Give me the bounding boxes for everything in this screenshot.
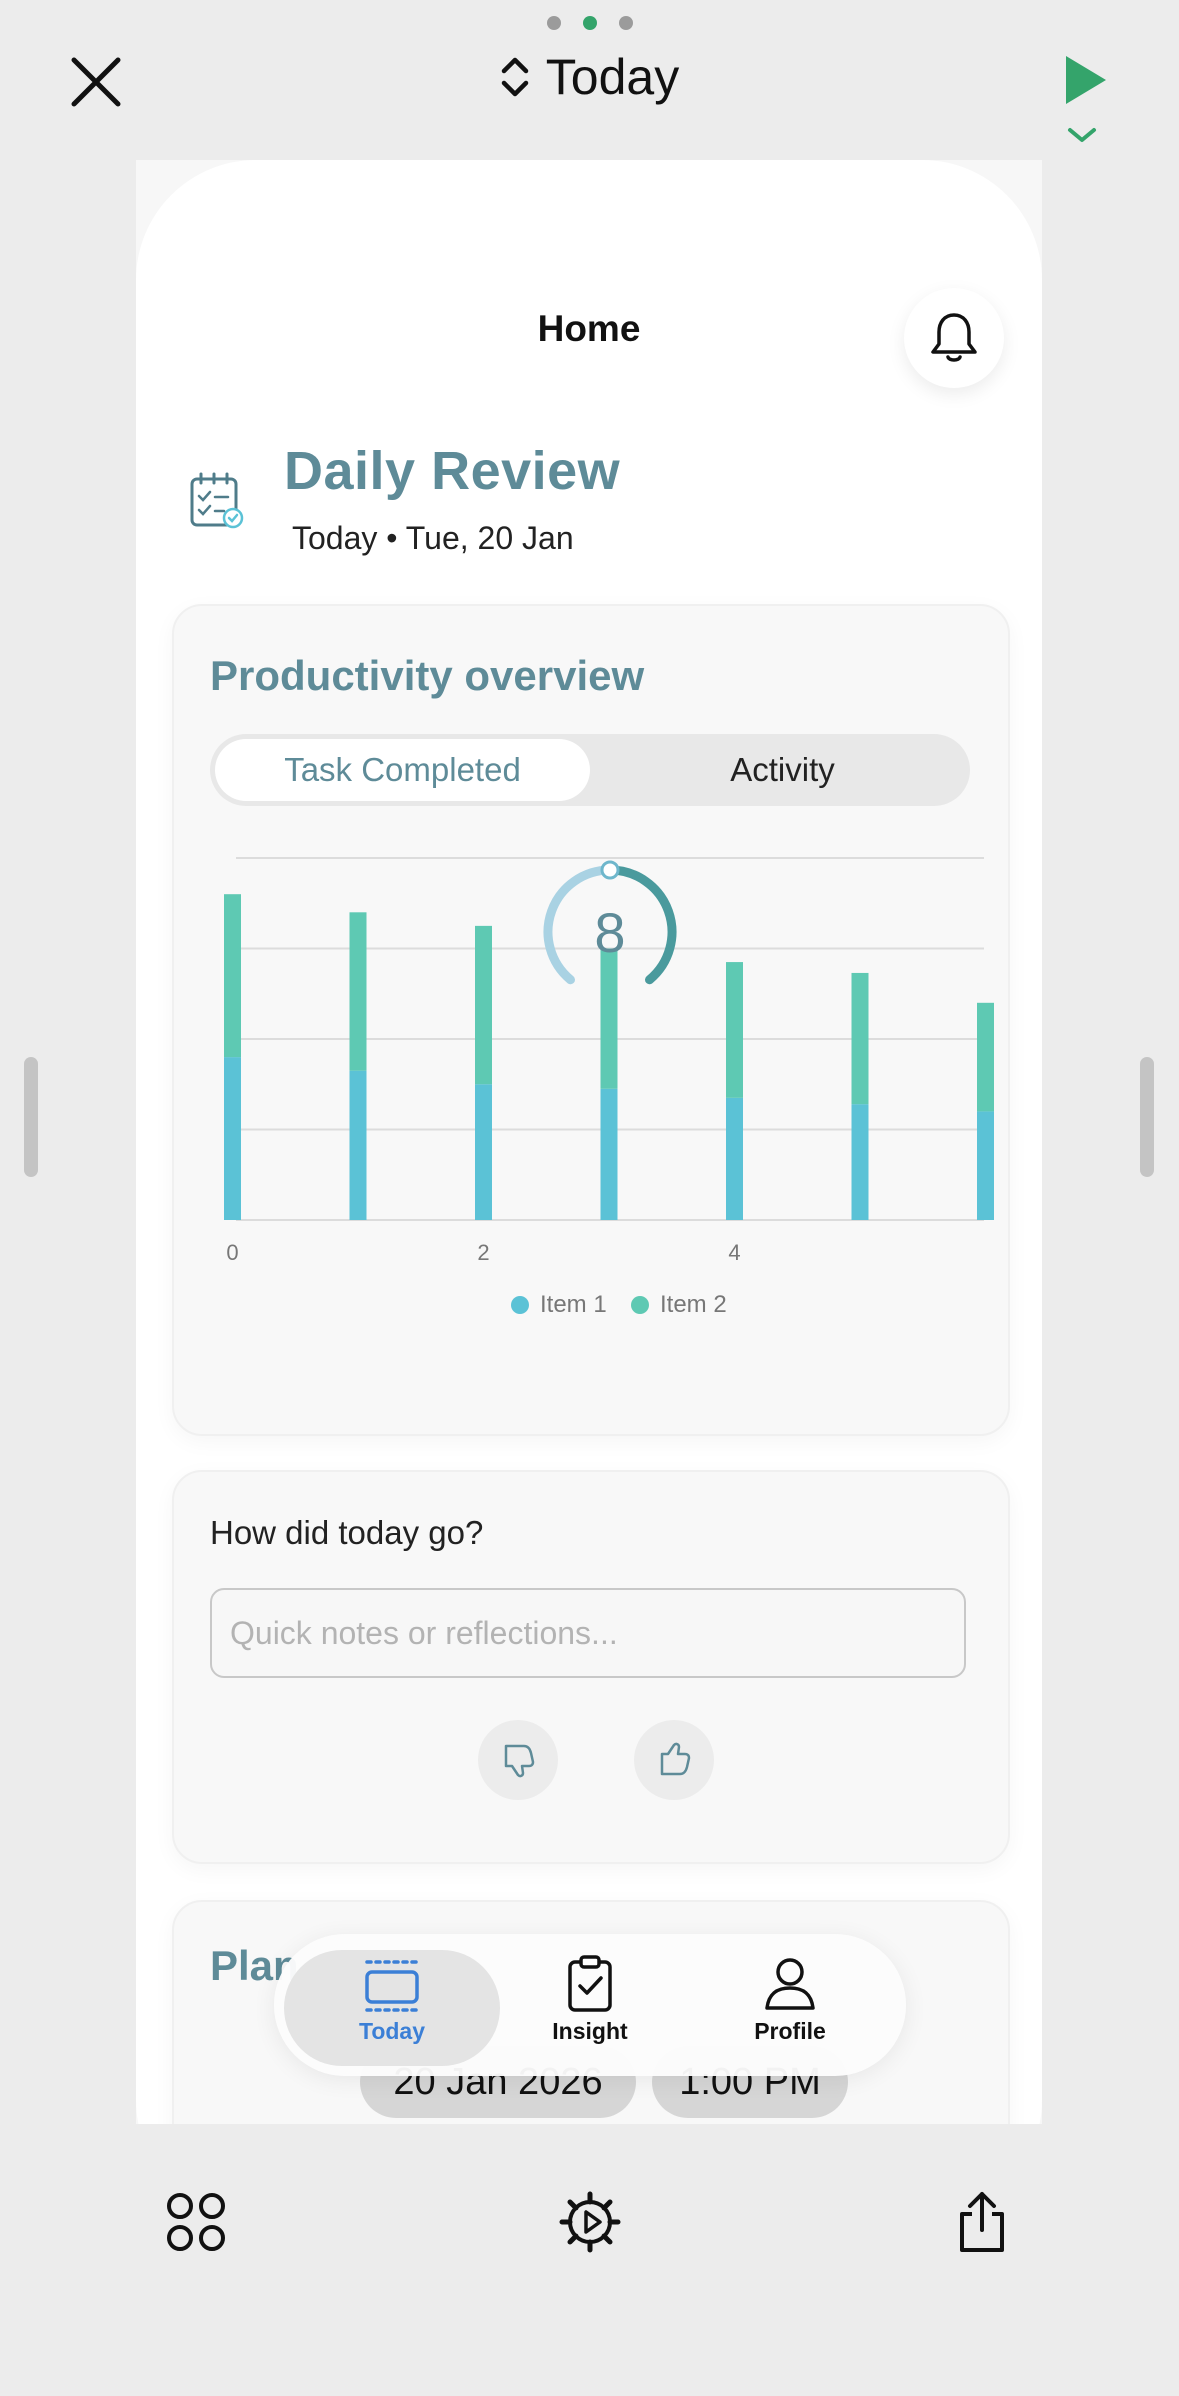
run-button[interactable]: [1058, 52, 1118, 152]
tab-insight[interactable]: Insight: [490, 1954, 690, 2064]
chart-bar-item-2: [726, 962, 743, 1098]
review-date: Today • Tue, 20 Jan: [292, 520, 574, 556]
share-icon: [960, 2192, 1004, 2252]
page-dot: [618, 16, 633, 30]
timer-handle: [600, 860, 620, 880]
chart-bar-item-1: [977, 1111, 994, 1220]
chart-bar-item-2: [349, 912, 367, 1071]
settings-button[interactable]: [558, 2190, 622, 2254]
four-circles-icon: [167, 2193, 225, 2251]
person-icon: [765, 1958, 815, 2010]
thumbs-up-icon: [660, 1742, 691, 1776]
timer-value: 8: [594, 901, 625, 964]
chart-bar-item-1: [475, 1084, 492, 1220]
chart-legend-marker: [631, 1296, 649, 1314]
chart-legend-label: Item 2: [660, 1291, 727, 1318]
chart-bar-item-2: [600, 948, 618, 1089]
page-indicator: [0, 16, 1179, 30]
tab-task-completed[interactable]: Task Completed: [215, 739, 590, 801]
checklist-calendar-icon: [190, 472, 244, 529]
thumbs-up-button[interactable]: [634, 1720, 714, 1800]
notifications-button[interactable]: [904, 288, 1004, 388]
gear-icon: [559, 2191, 621, 2253]
chart-bar-item-2: [977, 1002, 994, 1112]
app-screen: Home Daily Review Today • Tue, 20 Jan Pr…: [136, 160, 1042, 2124]
tab-insight-label: Insight: [552, 2018, 628, 2044]
thumbs-down-button[interactable]: [478, 1720, 558, 1800]
bottom-tab-bar: Today Insight Profile: [274, 1934, 906, 2076]
productivity-bar-chart: 0 2 4 Item 1 Item 2 8: [224, 857, 994, 1318]
window-title: Today: [545, 49, 680, 105]
share-button[interactable]: [950, 2190, 1014, 2254]
chart-mode-segmented-control[interactable]: Task Completed Activity: [210, 734, 970, 806]
review-title: Daily Review: [284, 441, 621, 501]
bell-icon: [931, 313, 977, 362]
reflection-card: How did today go?: [172, 1470, 1010, 1864]
productivity-title: Productivity overview: [210, 652, 645, 699]
chart-bar-item-2: [851, 972, 869, 1105]
reflection-notes-input[interactable]: [210, 1588, 966, 1678]
productivity-card: Productivity overview Task Completed Act…: [172, 604, 1010, 1436]
chevron-up-down-icon: [501, 57, 529, 97]
tab-profile-label: Profile: [754, 2018, 826, 2044]
chart-bar-item-1: [600, 1088, 618, 1220]
apps-button[interactable]: [164, 2190, 228, 2254]
chart-bar-item-1: [349, 1070, 367, 1220]
play-icon: [1066, 56, 1106, 142]
chart-x-tick-label: 0: [226, 1240, 238, 1265]
tab-today[interactable]: Today: [292, 1954, 492, 2064]
today-list-icon: [365, 1960, 419, 2012]
right-resize-handle[interactable]: [1140, 1057, 1154, 1177]
reflection-question: How did today go?: [210, 1514, 484, 1551]
app-preview: Home Daily Review Today • Tue, 20 Jan Pr…: [136, 160, 1042, 2124]
chart-x-tick-label: 2: [477, 1240, 489, 1265]
page-dot-active: [582, 16, 597, 30]
chart-legend-marker: [511, 1296, 529, 1314]
window-title-switcher[interactable]: Today: [0, 48, 1179, 106]
tab-today-label: Today: [358, 2018, 426, 2044]
thumbs-down-icon: [504, 1744, 535, 1778]
tab-activity[interactable]: Activity: [595, 734, 970, 806]
chart-legend-label: Item 1: [540, 1291, 607, 1318]
clipboard-check-icon: [568, 1955, 612, 2012]
chart-x-tick-label: 4: [728, 1240, 740, 1265]
chart-bar-item-2: [224, 894, 241, 1058]
left-resize-handle[interactable]: [24, 1057, 38, 1177]
chart-bar-item-1: [224, 1057, 241, 1220]
chart-bar-item-1: [851, 1104, 869, 1220]
chart-bar-item-1: [726, 1097, 743, 1220]
tab-profile[interactable]: Profile: [690, 1954, 890, 2064]
chart-bar-item-2: [475, 925, 492, 1085]
page-dot: [546, 16, 561, 30]
